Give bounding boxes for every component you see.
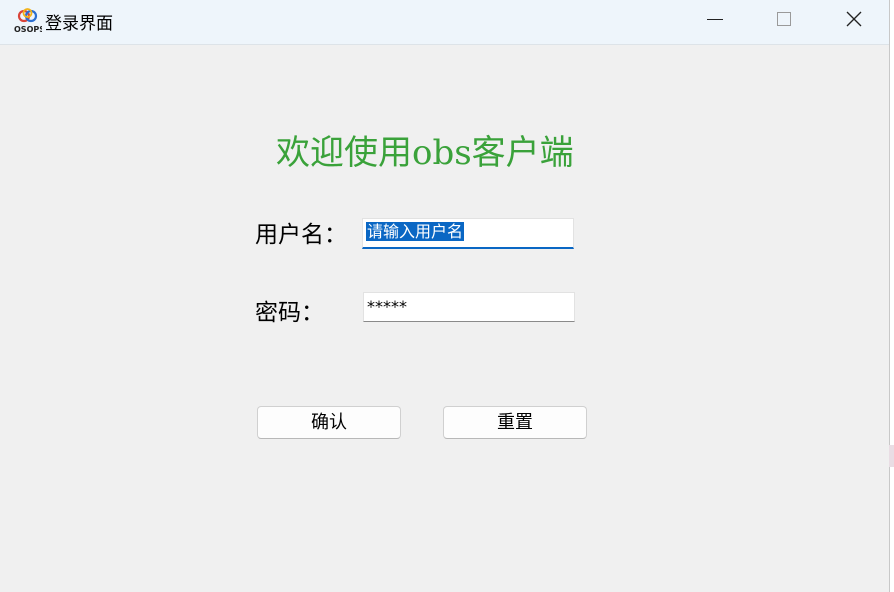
background-window-edge xyxy=(889,445,894,467)
username-label: 用户名： xyxy=(255,222,347,248)
close-icon xyxy=(846,11,862,27)
minimize-button[interactable] xyxy=(681,0,749,44)
minimize-icon xyxy=(707,19,723,20)
password-input[interactable]: ***** xyxy=(363,292,575,322)
welcome-heading: 欢迎使用obs客户端 xyxy=(276,133,574,173)
reset-button[interactable]: 重置 xyxy=(443,406,587,439)
password-label: 密码： xyxy=(255,300,324,326)
username-input[interactable]: 请输入用户名 xyxy=(362,218,574,249)
app-logo-text: OSOPS xyxy=(14,25,42,34)
close-button[interactable] xyxy=(820,0,888,44)
app-logo-icon: OSOPS xyxy=(14,8,42,34)
maximize-icon xyxy=(777,12,791,26)
confirm-button[interactable]: 确认 xyxy=(257,406,401,439)
maximize-button[interactable] xyxy=(749,0,817,44)
login-window: OSOPS 登录界面 欢迎使用obs客户端 用户名： 请输入用户名 密码： **… xyxy=(0,0,890,592)
title-bar[interactable]: OSOPS 登录界面 xyxy=(0,0,889,45)
window-title: 登录界面 xyxy=(45,14,113,34)
username-selected-text: 请输入用户名 xyxy=(366,222,465,241)
